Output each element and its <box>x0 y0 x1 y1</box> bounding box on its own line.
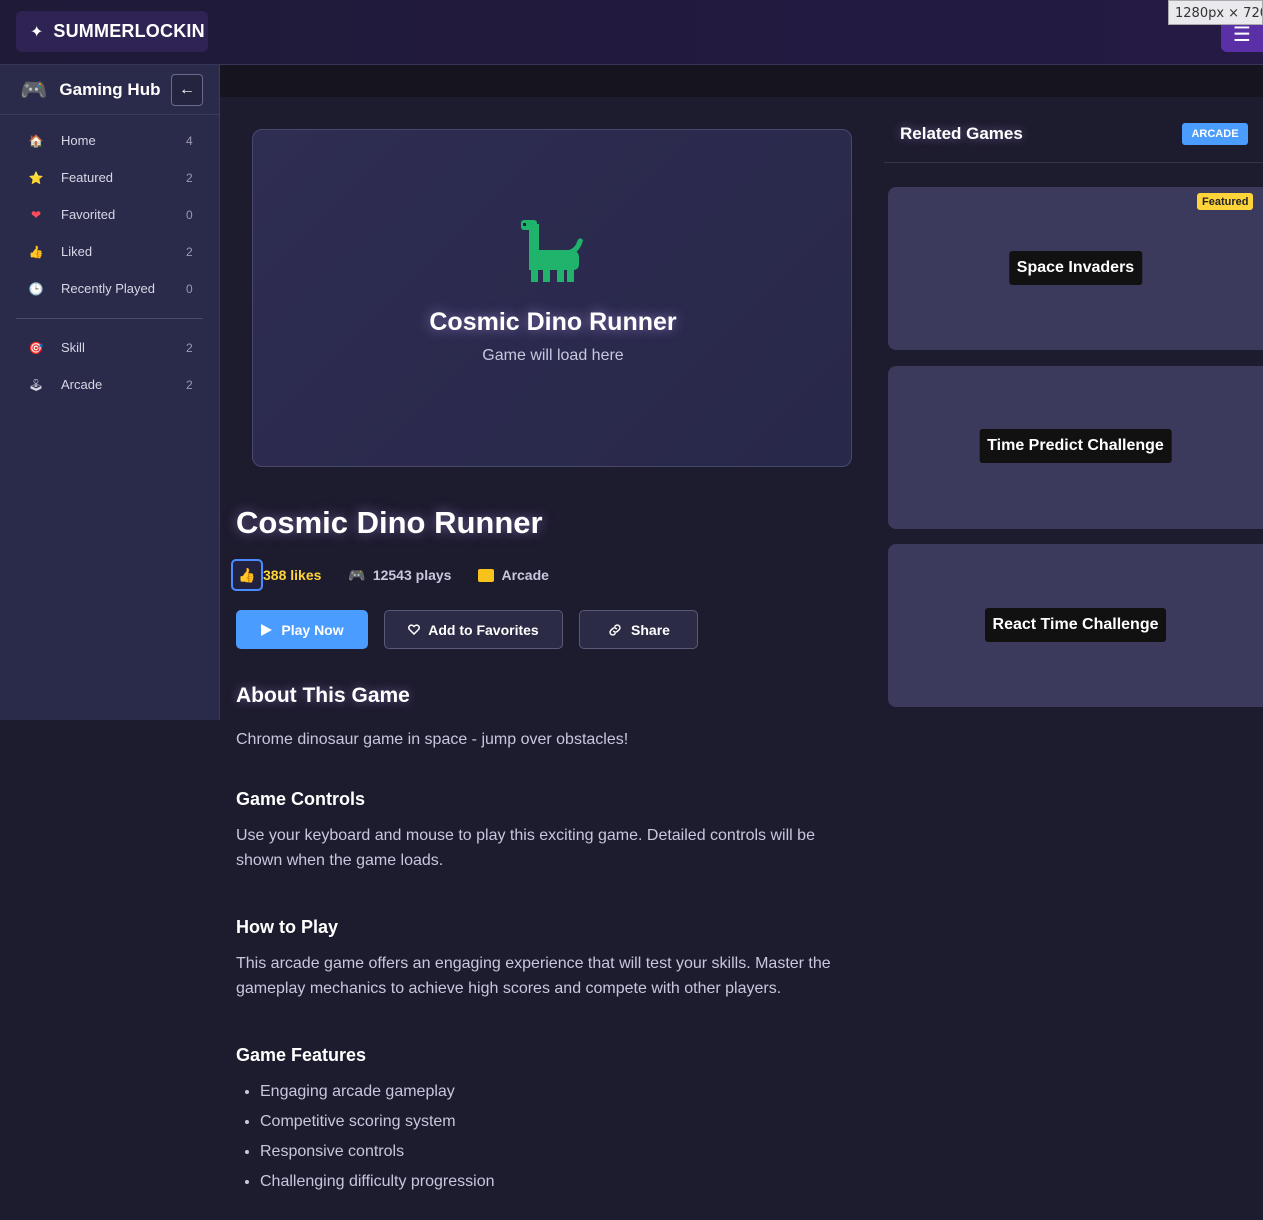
how-to-play-text: This arcade game offers an engaging expe… <box>236 955 831 997</box>
like-button[interactable]: 👍 <box>231 559 263 591</box>
sidebar-item-count: 2 <box>186 377 193 392</box>
related-game-name: Time Predict Challenge <box>979 429 1172 463</box>
features-heading: Game Features <box>236 1045 367 1065</box>
dinosaur-icon <box>521 220 583 282</box>
play-now-button[interactable]: Play Now <box>236 610 368 649</box>
controls-text: Use your keyboard and mouse to play this… <box>236 827 815 869</box>
play-icon <box>261 623 273 636</box>
sidebar-item-favorited[interactable]: ❤ Favorited 0 <box>0 196 219 233</box>
sidebar-item-label: Home <box>61 133 96 148</box>
add-to-favorites-button[interactable]: Add to Favorites <box>384 610 563 649</box>
page-title: Cosmic Dino Runner <box>236 505 543 540</box>
sidebar: 🎮 Gaming Hub ← 🏠 Home 4 ⭐ Featured 2 ❤ F… <box>0 65 220 720</box>
sidebar-header: 🎮 Gaming Hub ← <box>0 65 219 115</box>
target-icon: 🎯 <box>28 340 44 355</box>
sidebar-item-skill[interactable]: 🎯 Skill 2 <box>0 329 219 366</box>
controls-heading: Game Controls <box>236 789 366 809</box>
share-button[interactable]: Share <box>579 610 698 649</box>
sidebar-item-count: 0 <box>186 281 193 296</box>
sidebar-item-label: Arcade <box>61 377 103 392</box>
sidebar-item-count: 2 <box>186 244 193 259</box>
game-frame-subtitle: Game will load here <box>482 347 624 364</box>
sidebar-item-label: Favorited <box>61 207 116 222</box>
gamepad-icon: 🎮 <box>20 76 48 102</box>
list-item: Responsive controls <box>260 1139 495 1169</box>
likes-count: 388 likes <box>263 567 322 583</box>
star-icon: ⭐ <box>28 170 44 185</box>
share-label: Share <box>631 621 670 638</box>
joystick-icon: 🕹 <box>28 377 44 392</box>
sidebar-item-label: Featured <box>61 170 114 185</box>
link-icon <box>609 623 621 636</box>
sidebar-title: Gaming Hub <box>59 79 161 99</box>
sidebar-item-count: 2 <box>186 340 193 355</box>
heart-icon: ❤ <box>30 207 42 222</box>
related-games-title: Related Games <box>900 124 1023 143</box>
related-game-name: Space Invaders <box>1008 251 1143 285</box>
category-label: Arcade <box>501 567 549 583</box>
sidebar-item-count: 4 <box>186 133 193 148</box>
folder-icon <box>478 568 495 582</box>
related-games-header: Related Games ARCADE <box>884 113 1263 163</box>
sidebar-item-label: Skill <box>61 340 85 355</box>
how-to-play-heading: How to Play <box>236 917 339 937</box>
sparkle-icon: ✦ <box>30 23 44 41</box>
list-item: Engaging arcade gameplay <box>260 1079 495 1109</box>
plays-stat: 🎮 12543 plays <box>348 567 451 584</box>
sidebar-item-recently-played[interactable]: 🕒 Recently Played 0 <box>0 270 219 307</box>
related-game-card-react-time-challenge[interactable]: React Time Challenge <box>888 544 1263 707</box>
brand-logo[interactable]: ✦ SUMMERLOCKIN <box>16 11 208 52</box>
sidebar-item-arcade[interactable]: 🕹 Arcade 2 <box>0 366 219 403</box>
brand-name: SUMMERLOCKIN <box>53 21 205 41</box>
plays-count: 12543 plays <box>372 567 452 583</box>
gamepad-icon: 🎮 <box>348 566 366 583</box>
about-heading: About This Game <box>236 684 410 707</box>
list-item: Competitive scoring system <box>260 1109 495 1139</box>
sidebar-item-home[interactable]: 🏠 Home 4 <box>0 122 219 159</box>
features-list: Engaging arcade gameplay Competitive sco… <box>260 1079 495 1199</box>
sidebar-divider <box>16 318 203 319</box>
category-tag: ARCADE <box>1182 123 1248 145</box>
sidebar-item-label: Liked <box>61 244 93 259</box>
game-meta: 👍 388 likes 🎮 12543 plays Arcade <box>231 559 549 591</box>
thumbs-up-icon: 👍 <box>28 244 44 259</box>
game-frame-title: Cosmic Dino Runner <box>429 308 677 336</box>
viewport-size-badge: 1280px × 720px <box>1168 0 1263 25</box>
sidebar-item-label: Recently Played <box>61 281 155 296</box>
sidebar-item-count: 0 <box>186 207 193 222</box>
top-navbar: ✦ SUMMERLOCKIN ☰ <box>0 0 1263 65</box>
collapse-sidebar-button[interactable]: ← <box>171 74 203 106</box>
related-game-card-space-invaders[interactable]: Featured Space Invaders <box>888 187 1263 350</box>
about-text: Chrome dinosaur game in space - jump ove… <box>236 731 629 748</box>
category-stat: Arcade <box>478 567 549 583</box>
sidebar-item-liked[interactable]: 👍 Liked 2 <box>0 233 219 270</box>
main-top-strip <box>220 65 1263 97</box>
clock-icon: 🕒 <box>28 281 44 296</box>
play-now-label: Play Now <box>281 621 344 638</box>
house-icon: 🏠 <box>28 133 44 148</box>
related-game-card-time-predict-challenge[interactable]: Time Predict Challenge <box>888 366 1263 529</box>
list-item: Challenging difficulty progression <box>260 1169 495 1199</box>
thumbs-up-icon: 👍 <box>238 566 256 583</box>
heart-outline-icon <box>408 624 421 635</box>
sidebar-item-count: 2 <box>186 170 193 185</box>
related-game-name: React Time Challenge <box>984 608 1167 642</box>
game-frame[interactable]: Cosmic Dino Runner Game will load here <box>252 129 852 467</box>
sidebar-item-featured[interactable]: ⭐ Featured 2 <box>0 159 219 196</box>
add-to-favorites-label: Add to Favorites <box>428 621 539 638</box>
featured-badge: Featured <box>1197 193 1254 210</box>
